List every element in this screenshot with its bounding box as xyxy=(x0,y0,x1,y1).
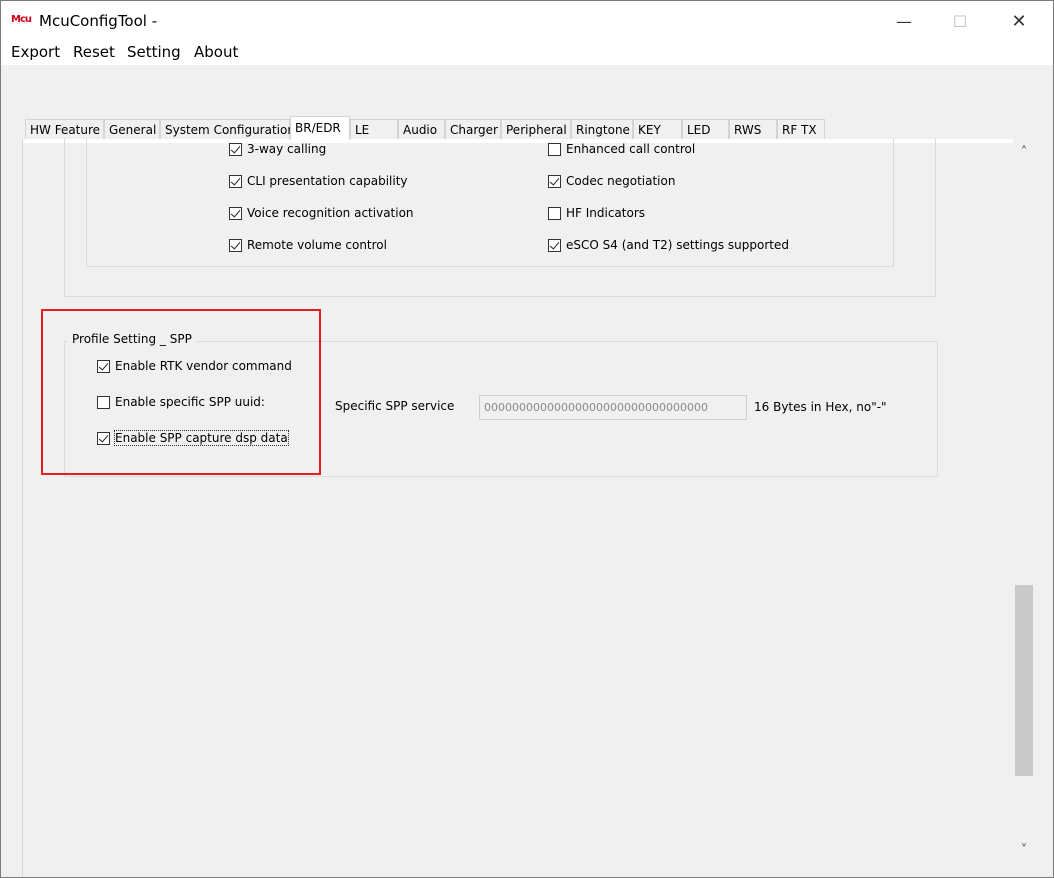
checkbox-label: eSCO S4 (and T2) settings supported xyxy=(566,238,789,252)
tab-key[interactable]: KEY xyxy=(633,119,682,139)
checkbox-box[interactable] xyxy=(229,239,242,252)
checkbox-esco-s4[interactable]: eSCO S4 (and T2) settings supported xyxy=(548,236,789,254)
br-edr-tab-page: 3-way calling CLI presentation capabilit… xyxy=(22,139,1035,877)
tab-rws[interactable]: RWS xyxy=(729,119,777,139)
checkbox-label: Remote volume control xyxy=(247,238,387,252)
spp-service-input[interactable] xyxy=(479,395,747,420)
window-title: McuConfigTool - xyxy=(39,12,158,30)
scroll-up-icon[interactable]: ˄ xyxy=(1013,143,1035,163)
vertical-scrollbar[interactable]: ˄ ˅ xyxy=(1013,139,1035,877)
client-area: HW Feature General System Configuration … xyxy=(1,65,1053,877)
checkbox-3-way-calling[interactable]: 3-way calling xyxy=(229,140,326,158)
app-logo-icon: Mcu xyxy=(11,14,32,25)
checkbox-hf-indicators[interactable]: HF Indicators xyxy=(548,204,645,222)
maximize-button[interactable]: ☐ xyxy=(937,7,983,37)
checkbox-cli-presentation[interactable]: CLI presentation capability xyxy=(229,172,408,190)
checkbox-label: CLI presentation capability xyxy=(247,174,408,188)
checkbox-codec-negotiation[interactable]: Codec negotiation xyxy=(548,172,675,190)
checkbox-voice-recognition[interactable]: Voice recognition activation xyxy=(229,204,414,222)
checkbox-label: Codec negotiation xyxy=(566,174,676,188)
checkbox-label: Enhanced call control xyxy=(566,142,696,156)
spp-service-hint: 16 Bytes in Hex, no"-" xyxy=(754,400,887,414)
tab-charger[interactable]: Charger xyxy=(445,119,501,139)
highlight-box xyxy=(41,309,321,475)
menu-bar: Export Reset Setting About xyxy=(1,41,1053,65)
spp-service-label: Specific SPP service xyxy=(335,399,455,413)
checkbox-box[interactable] xyxy=(548,143,561,156)
scroll-down-icon[interactable]: ˅ xyxy=(1013,841,1035,861)
menu-setting[interactable]: Setting xyxy=(127,43,181,61)
scroll-thumb[interactable] xyxy=(1015,585,1033,776)
tab-le[interactable]: LE xyxy=(350,119,398,139)
checkbox-label: Voice recognition activation xyxy=(247,206,414,220)
tab-system-configuration[interactable]: System Configuration xyxy=(160,119,295,139)
tab-br-edr[interactable]: BR/EDR xyxy=(290,116,350,140)
tab-hw-feature[interactable]: HW Feature xyxy=(25,119,104,139)
checkbox-label: HF Indicators xyxy=(566,206,646,220)
tab-audio[interactable]: Audio xyxy=(398,119,445,139)
app-window: Mcu McuConfigTool - — ☐ ✕ Export Reset S… xyxy=(0,0,1054,878)
tab-general[interactable]: General xyxy=(104,119,160,139)
checkbox-label: 3-way calling xyxy=(247,142,327,156)
checkbox-enhanced-call-control[interactable]: Enhanced call control xyxy=(548,140,695,158)
menu-export[interactable]: Export xyxy=(11,43,60,61)
menu-reset[interactable]: Reset xyxy=(73,43,115,61)
menu-about[interactable]: About xyxy=(194,43,238,61)
title-bar: Mcu McuConfigTool - — ☐ ✕ xyxy=(1,1,1053,41)
checkbox-remote-volume[interactable]: Remote volume control xyxy=(229,236,387,254)
checkbox-box[interactable] xyxy=(229,175,242,188)
checkbox-box[interactable] xyxy=(548,207,561,220)
checkbox-box[interactable] xyxy=(229,143,242,156)
tab-led[interactable]: LED xyxy=(682,119,729,139)
checkbox-box[interactable] xyxy=(229,207,242,220)
checkbox-box[interactable] xyxy=(548,239,561,252)
close-button[interactable]: ✕ xyxy=(996,7,1042,37)
checkbox-box[interactable] xyxy=(548,175,561,188)
tab-peripheral[interactable]: Peripheral xyxy=(501,119,571,139)
tab-ringtone[interactable]: Ringtone xyxy=(571,119,633,139)
minimize-button[interactable]: — xyxy=(881,7,927,37)
tab-rf-tx[interactable]: RF TX xyxy=(777,119,825,139)
